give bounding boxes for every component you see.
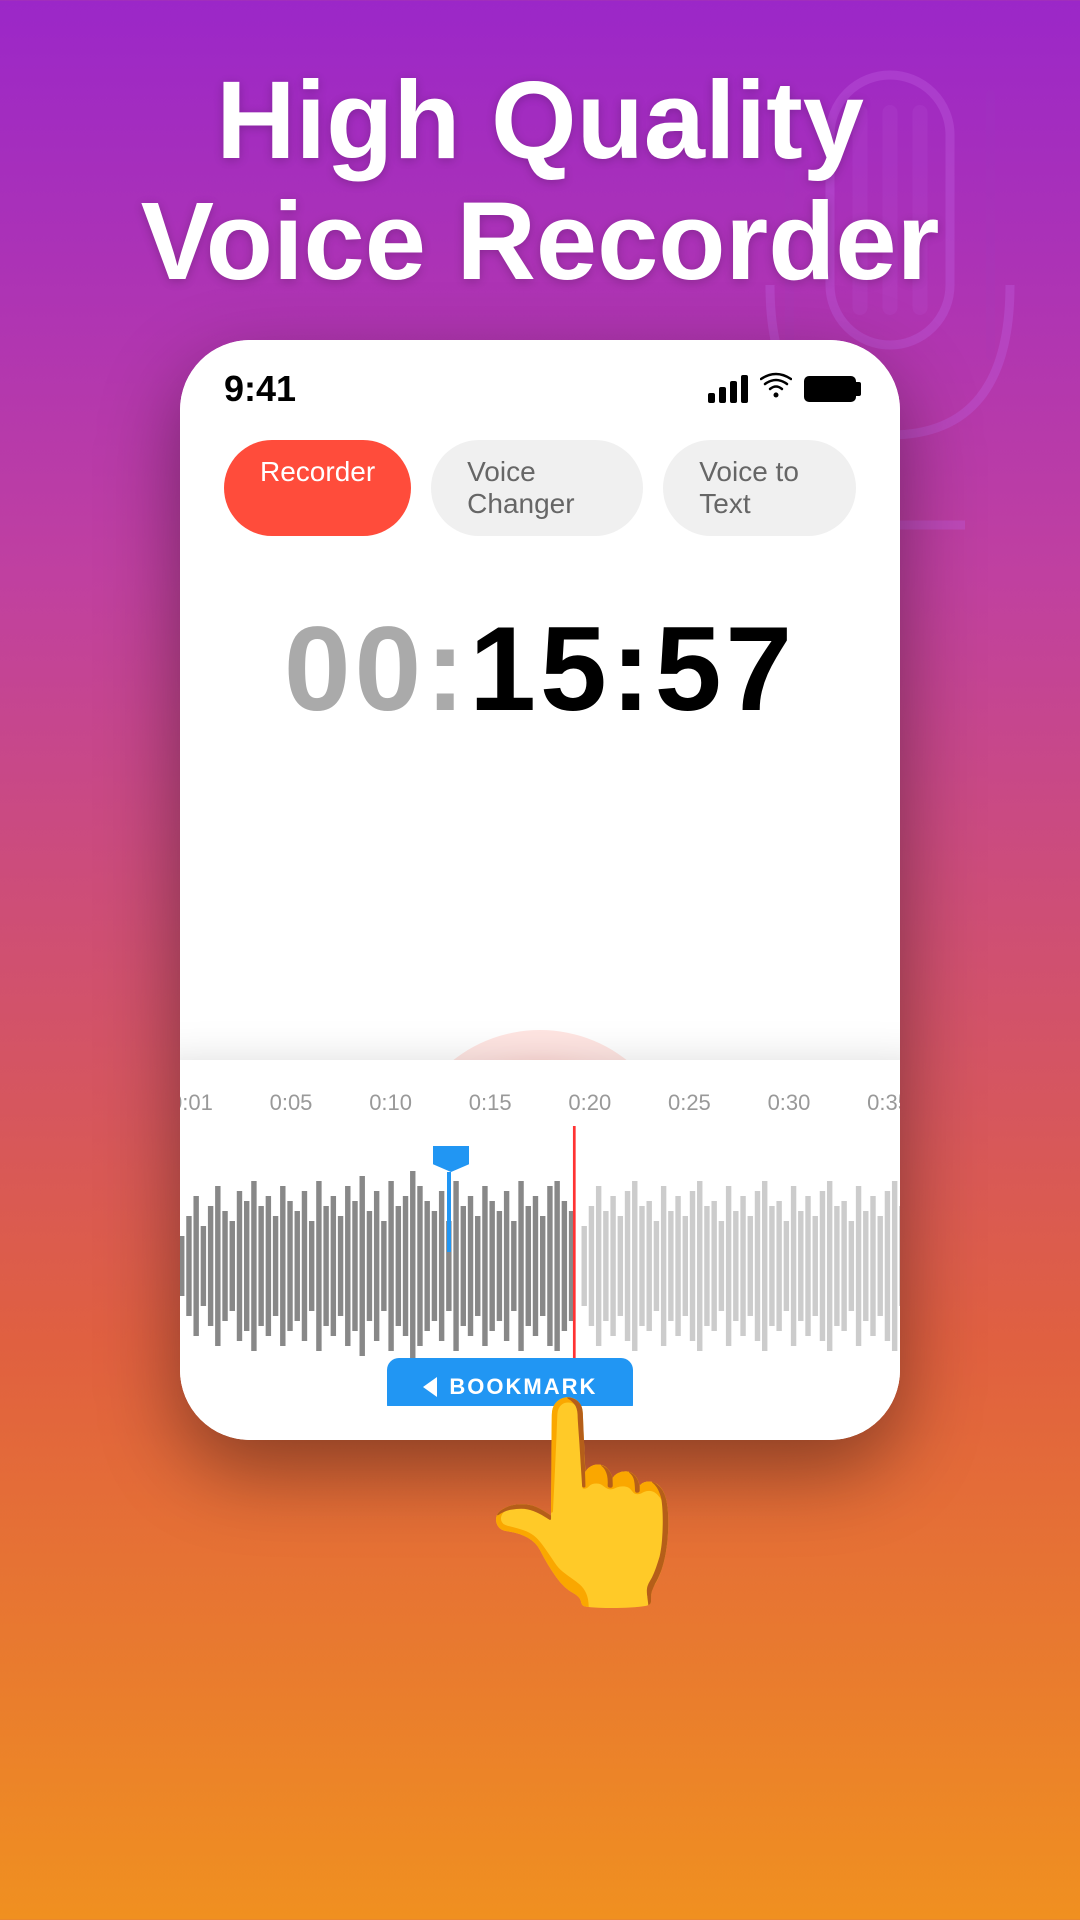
- timeline-label-7: 0:35: [867, 1090, 900, 1116]
- timeline-label-4: 0:20: [568, 1090, 611, 1116]
- wifi-icon: [760, 372, 792, 407]
- timeline-label-5: 0:25: [668, 1090, 711, 1116]
- signal-bar-4: [741, 375, 748, 403]
- tab-voice-to-text[interactable]: Voice to Text: [663, 440, 856, 536]
- played-waveform: [180, 1171, 574, 1361]
- timer-area: 00:15:57: [180, 560, 900, 758]
- waveform-area: BOOKMARK: [180, 1126, 900, 1406]
- header-line1: High Quality: [216, 59, 864, 182]
- unplayed-waveform: [582, 1181, 900, 1351]
- signal-bar-2: [719, 387, 726, 403]
- phone-mockup: 9:41: [180, 340, 900, 1440]
- header-line2: Voice Recorder: [141, 180, 940, 303]
- blue-flag: [429, 1146, 469, 1252]
- status-icons: [708, 372, 856, 407]
- status-bar: 9:41: [180, 340, 900, 420]
- tab-recorder[interactable]: Recorder: [224, 440, 411, 536]
- header-title: High Quality Voice Recorder: [60, 60, 1020, 302]
- signal-bar-1: [708, 393, 715, 403]
- timeline-label-6: 0:30: [768, 1090, 811, 1116]
- signal-icon: [708, 375, 748, 403]
- timeline-labels: 0:01 0:05 0:10 0:15 0:20 0:25 0:30 0:35: [180, 1090, 900, 1116]
- timeline-label-0: 0:01: [180, 1090, 213, 1116]
- bookmark-arrow-icon: [423, 1377, 437, 1397]
- header-area: High Quality Voice Recorder: [0, 60, 1080, 302]
- tab-bar: Recorder Voice Changer Voice to Text: [180, 420, 900, 560]
- battery-icon: [804, 376, 856, 402]
- timer-bright: 15:57: [469, 602, 796, 736]
- timeline-label-2: 0:10: [369, 1090, 412, 1116]
- tab-voice-changer[interactable]: Voice Changer: [431, 440, 643, 536]
- waveform-card: 0:01 0:05 0:10 0:15 0:20 0:25 0:30 0:35: [180, 1060, 900, 1440]
- timer-dim: 00:: [284, 602, 469, 736]
- timeline-label-1: 0:05: [270, 1090, 313, 1116]
- timeline-label-3: 0:15: [469, 1090, 512, 1116]
- status-time: 9:41: [224, 368, 296, 410]
- bookmark-label: BOOKMARK: [449, 1374, 597, 1400]
- phone-frame: 9:41: [180, 340, 900, 1440]
- signal-bar-3: [730, 381, 737, 403]
- bookmark-button[interactable]: BOOKMARK: [387, 1358, 633, 1406]
- timer-display: 00:15:57: [180, 600, 900, 738]
